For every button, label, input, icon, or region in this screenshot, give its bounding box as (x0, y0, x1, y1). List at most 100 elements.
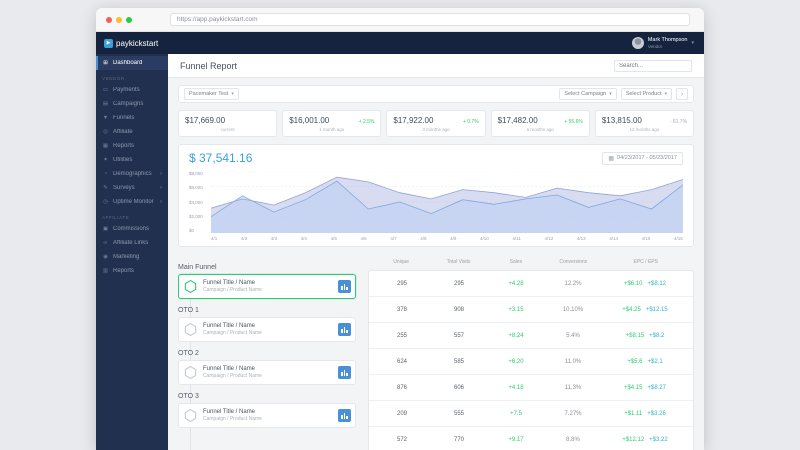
funnel-stats-button[interactable] (338, 280, 351, 293)
chevron-right-icon: › (160, 171, 162, 177)
epc-value: +$4.25 (622, 306, 641, 313)
cell-total-visits: 606 (453, 384, 464, 391)
table-column-header: Sales (509, 259, 523, 265)
table-row[interactable]: 255 557 +8.24 5.4% +$8.15 +$8.2 (369, 323, 693, 349)
sidebar-item-commissions[interactable]: ▣ Commissions (96, 222, 168, 236)
avatar (631, 37, 644, 49)
cell-conversion: 10.10% (562, 306, 584, 313)
cell-epc-eps: +$1.11 +$3.26 (603, 411, 687, 417)
cell-unique: 295 (396, 280, 407, 287)
sidebar-item-label: Commissions (113, 226, 150, 232)
stat-card-top: $16,001.00 + 2.5% (289, 116, 374, 125)
sidebar-item-funnels[interactable]: ▼ Funnels (96, 111, 168, 125)
sidebar-item-label: Surveys (113, 185, 135, 191)
reports-icon: ▥ (102, 268, 109, 274)
commissions-icon: ▣ (102, 226, 109, 232)
funnel-subtitle: Campaign / Product Name (203, 373, 262, 379)
window-close-button[interactable] (106, 16, 112, 23)
cell-total-visits: 908 (453, 306, 464, 313)
sidebar-nav: ⊞ Dashboard Vendor ▭ Payments ▤ Campaigns ▼ Funn… (96, 54, 168, 450)
funnel-stats-button[interactable] (338, 366, 351, 379)
window-zoom-button[interactable] (126, 16, 132, 23)
cell-conversion: 12.2% (564, 280, 582, 287)
cell-epc-eps: +$4.15 +$8.27 (603, 385, 687, 391)
reports-icon: ▦ (102, 143, 109, 149)
search-input[interactable] (614, 59, 692, 72)
funnel-card[interactable]: Funnel Title / Name Campaign / Product Na… (178, 403, 356, 428)
cell-sales: +4.18 (508, 384, 524, 391)
stat-subtitle: 6 months ago (526, 127, 554, 132)
stat-subtitle: current (220, 127, 235, 132)
stat-subtitle: 12 months ago (629, 127, 660, 132)
funnel-group-label: OTO 1 (178, 307, 199, 314)
funnel-stats-button[interactable] (338, 409, 351, 422)
filter-expand-button[interactable]: › (676, 88, 688, 100)
sidebar-item-affiliate[interactable]: ◎ Affiliate (96, 125, 168, 139)
affiliate-icon: ◎ (103, 129, 108, 135)
stat-subtitle: 1 month ago (319, 127, 345, 132)
funnel-title: Funnel Title / Name (203, 409, 256, 415)
epc-value: +$6.10 (623, 280, 643, 287)
sidebar-item-reports[interactable]: ▥ Reports (96, 264, 168, 278)
app-header: ▶ paykickstart Mark Thompson Vendor ▾ (96, 32, 704, 54)
campaign-select[interactable]: Select Campaign ▾ (559, 88, 617, 100)
chart-total-value: $ 37,541.16 (189, 151, 253, 165)
table-column-header: Total Visits (446, 259, 471, 265)
stat-card: $13,815.00 - 61.7% 12 months ago (594, 110, 695, 137)
cell-unique: 624 (396, 358, 407, 365)
sidebar-item-label: Affiliate (113, 129, 133, 135)
table-body: 295 295 +4.28 12.2% +$6.10 +$8.12 378 908 +3.15 1… (368, 270, 694, 450)
epc-value: +$5.6 (627, 358, 643, 365)
table-row[interactable]: 378 908 +3.15 10.10% +$4.25 +$12.15 (369, 297, 693, 323)
hexagon-icon (183, 322, 198, 337)
sidebar-item-reports[interactable]: ▦ Reports (96, 139, 168, 153)
dashboard-icon: ⊞ (103, 60, 108, 66)
sidebar-item-uptime-monitor[interactable]: ◷ Uptime Monitor › (96, 195, 168, 209)
browser-titlebar: https://app.paykickstart.com (96, 8, 704, 32)
sidebar-item-marketing[interactable]: ◉ Marketing (96, 250, 168, 264)
sidebar-section-label: Affiliate (102, 215, 130, 220)
chart-y-axis: $8,000 $6,000 $4,000 $2,000 $0 (189, 171, 211, 233)
sidebar-item-surveys[interactable]: ✎ Surveys › (96, 181, 168, 195)
app-body: ⊞ Dashboard Vendor ▭ Payments ▤ Campaigns ▼ Funn… (96, 54, 704, 450)
sidebar-item-campaigns[interactable]: ▤ Campaigns (96, 97, 168, 111)
funnel-list: Main Funnel Funnel Title / Name Campaign /… (178, 256, 356, 450)
cell-epc-eps: +$5.6 +$2.1 (603, 359, 687, 365)
user-menu[interactable]: Mark Thompson Vendor ▾ (631, 37, 704, 49)
x-tick-label: 4/15 (641, 236, 651, 241)
funnel-stats-button[interactable] (338, 323, 351, 336)
sidebar-item-payments[interactable]: ▭ Payments (96, 83, 168, 97)
table-row[interactable]: 209 555 +7.5 7.27% +$1.11 +$3.26 (369, 401, 693, 427)
cell-sales: +8.24 (508, 332, 524, 339)
funnel-card[interactable]: Funnel Title / Name Campaign / Product Na… (178, 274, 356, 299)
sidebar-item-utilities[interactable]: ✦ Utilities (96, 153, 168, 167)
x-tick-label: 4/4 (300, 236, 307, 241)
x-tick-label: 4/5 (330, 236, 337, 241)
table-row[interactable]: 876 606 +4.18 11.3% +$4.15 +$8.27 (369, 375, 693, 401)
url-bar[interactable]: https://app.paykickstart.com (170, 13, 690, 26)
table-row[interactable]: 572 770 +9.17 8.8% +$12.12 +$3.22 (369, 427, 693, 450)
funnel-card[interactable]: Funnel Title / Name Campaign / Product Na… (178, 360, 356, 385)
chevron-right-icon: › (680, 90, 684, 98)
sidebar-item-dashboard[interactable]: ⊞ Dashboard (96, 56, 168, 70)
bar-chart-icon (341, 283, 348, 290)
window-minimize-button[interactable] (116, 16, 122, 23)
sidebar-item-affiliate-links[interactable]: ∞ Affiliate Links (96, 236, 168, 250)
table-row[interactable]: 624 585 +6.20 11.0% +$5.6 +$2.1 (369, 349, 693, 375)
table-column-header: Conversions (559, 259, 588, 265)
stat-value: $13,815.00 (601, 116, 642, 125)
paykickstart-logo[interactable]: ▶ paykickstart (96, 38, 158, 48)
funnel-title: Funnel Title / Name (203, 366, 256, 372)
funnel-card[interactable]: Funnel Title / Name Campaign / Product Na… (178, 317, 356, 342)
cell-total-visits: 555 (453, 410, 464, 417)
funnel-title: Funnel Title / Name (203, 323, 256, 329)
stat-card: $17,922.00 + 0.7% 3 months ago (386, 110, 486, 137)
date-range-picker[interactable]: ▦ 04/23/2017 - 05/23/2017 (602, 151, 683, 165)
funnel-select[interactable]: Pacemaker Test ▾ (184, 88, 239, 100)
sidebar-item-label: Payments (113, 87, 140, 93)
product-select[interactable]: Select Product ▾ (620, 88, 672, 100)
sidebar-item-demographics[interactable]: ◔ Demographics › (96, 167, 168, 181)
campaigns-icon: ▤ (102, 101, 109, 107)
table-row[interactable]: 295 295 +4.28 12.2% +$6.10 +$8.12 (369, 271, 693, 297)
sidebar-section-label: Vendor (102, 76, 125, 81)
